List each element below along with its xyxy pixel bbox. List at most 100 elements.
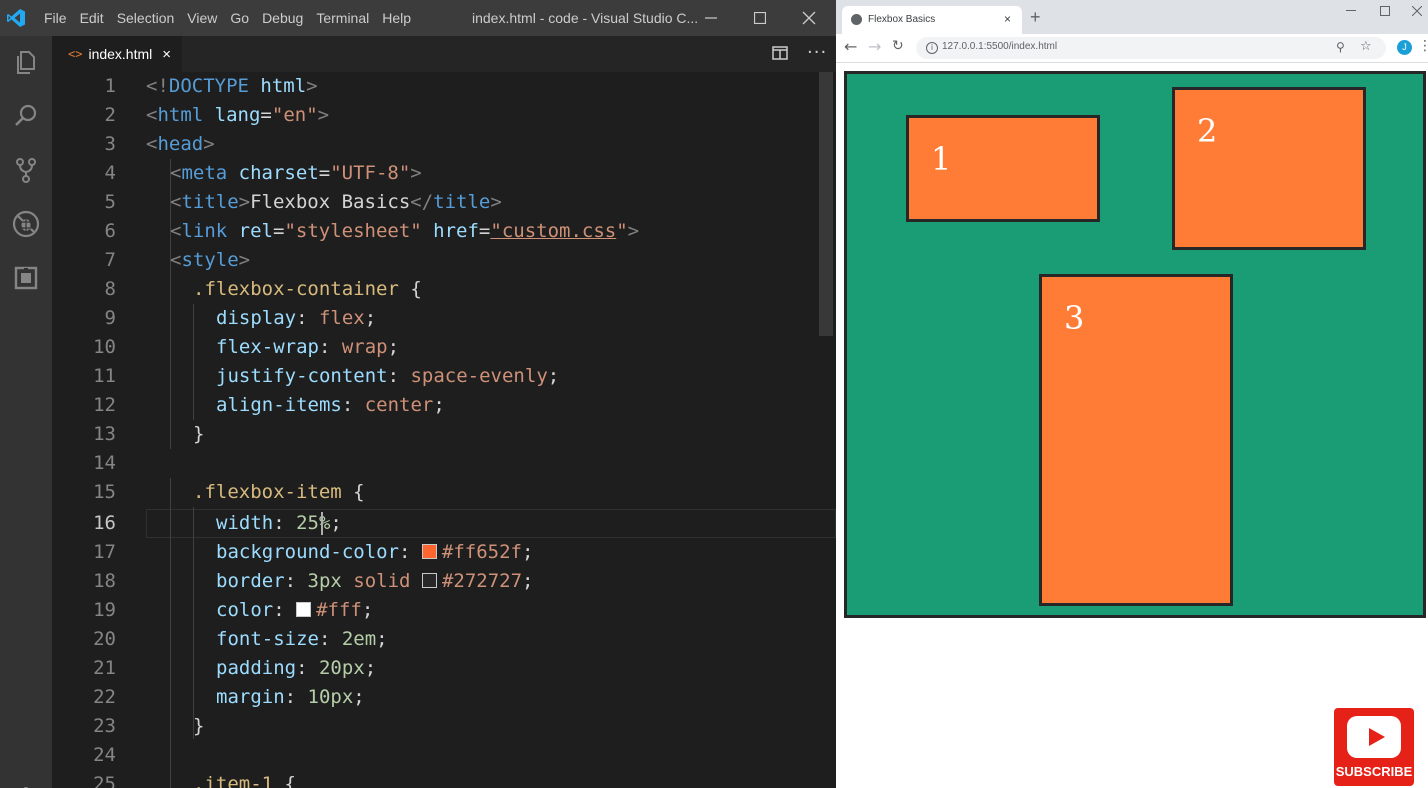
tab-index-html[interactable]: <> index.html × [52,36,182,72]
line-number: 4 [104,162,116,184]
explorer-button[interactable] [10,46,42,78]
line-number: 24 [93,744,116,766]
code-line-10: flex-wrap: wrap; [216,336,400,358]
menu-view[interactable]: View [187,10,217,26]
browser-toolbar: ← → ↻ i 127.0.0.1:5500/index.html ⚲ ☆ [836,34,1428,63]
menu-go[interactable]: Go [230,10,249,26]
browser-tab-title: Flexbox Basics [868,14,936,25]
bookmark-star-icon[interactable]: ☆ [1360,39,1372,54]
line-number: 20 [93,628,116,650]
code-line-4: <meta charset="UTF-8"> [170,162,422,184]
code-line-9: display: flex; [216,307,377,329]
line-number: 8 [104,278,116,300]
browser-tab-close-button[interactable]: × [1004,12,1011,26]
line-number: 2 [104,104,116,126]
browser-tab-strip: Flexbox Basics × + [836,0,1428,34]
code-line-11: justify-content: space-evenly; [216,365,560,387]
color-swatch-white[interactable] [296,602,312,617]
code-line-25: .item-1 { [193,773,296,788]
line-number: 18 [93,570,116,592]
globe-icon [851,14,862,25]
vscode-logo-icon [7,9,25,27]
line-number: 23 [93,715,116,737]
item-label: 2 [1197,112,1218,150]
code-line-22: margin: 10px; [216,686,365,708]
menu-terminal[interactable]: Terminal [316,10,369,26]
code-line-7: <style> [170,249,251,271]
line-number: 14 [93,452,116,474]
debug-button[interactable] [10,208,42,240]
split-editor-icon[interactable] [772,46,788,60]
menu-debug[interactable]: Debug [262,10,303,26]
line-number: 7 [104,249,116,271]
flexbox-container: 1 2 3 [844,71,1426,618]
line-number: 13 [93,423,116,445]
color-swatch-dark[interactable] [421,573,437,588]
flexbox-item-1: 1 [906,115,1100,222]
forward-arrow-icon[interactable]: → [868,37,881,56]
code-editor[interactable]: 1 2 3 4 5 6 7 8 9 10 11 12 13 14 15 16 1… [52,72,836,788]
extensions-icon [14,266,38,290]
source-control-button[interactable] [10,154,42,186]
files-icon [17,51,35,74]
code-line-6: <link rel="stylesheet" href="custom.css"… [170,220,640,242]
tab-close-button[interactable]: × [162,46,171,63]
code-line-5: <title>Flexbox Basics</title> [170,191,502,213]
menu-help[interactable]: Help [382,10,411,26]
new-tab-button[interactable]: + [1030,7,1041,28]
search-button[interactable] [10,100,42,132]
menu-edit[interactable]: Edit [80,10,104,26]
code-line-13: } [193,423,205,445]
browser-menu-icon[interactable]: ⋮ [1418,38,1428,54]
minimize-icon [705,17,717,19]
browser-minimize-icon[interactable] [1346,10,1356,12]
code-line-12: align-items: center; [216,394,445,416]
code-line-18: border: 3px solid #272727; [216,570,534,592]
subscribe-button[interactable]: SUBSCRIBE [1334,708,1414,786]
reload-icon[interactable]: ↻ [892,38,904,54]
line-number: 6 [104,220,116,242]
code-line-17: background-color: #ff652f; [216,541,534,563]
back-arrow-icon[interactable]: ← [844,37,857,56]
close-window-button[interactable] [786,0,832,36]
item-label: 1 [931,140,952,178]
browser-close-icon[interactable] [1412,6,1422,16]
editor-tab-bar: <> index.html × ··· [52,36,836,72]
search-icon [15,104,37,126]
minimize-button[interactable] [688,0,734,36]
line-number: 5 [104,191,116,213]
youtube-play-icon [1347,716,1401,758]
browser-tab-flexbox-basics[interactable]: Flexbox Basics × [842,6,1022,34]
profile-avatar[interactable]: J [1397,40,1412,55]
line-number: 3 [104,133,116,155]
title-bar: File Edit Selection View Go Debug Termin… [0,0,836,36]
indent-guide [193,507,194,739]
maximize-button[interactable] [737,0,783,36]
code-line-8: .flexbox-container { [193,278,422,300]
more-actions-icon[interactable]: ··· [807,42,827,63]
info-icon[interactable]: i [926,42,938,54]
code-line-2: <html lang="en"> [146,104,330,126]
line-number: 15 [93,481,116,503]
menu-selection[interactable]: Selection [117,10,175,26]
text-cursor [321,512,323,535]
line-number: 1 [104,75,116,97]
address-bar[interactable]: i 127.0.0.1:5500/index.html ⚲ ☆ [916,37,1386,59]
zoom-icon[interactable]: ⚲ [1336,40,1345,54]
activity-bar [0,36,52,788]
subscribe-label: SUBSCRIBE [1335,764,1413,779]
tab-label: index.html [88,46,153,62]
editor-scrollbar[interactable] [819,72,833,336]
line-number: 19 [93,599,116,621]
color-swatch-orange[interactable] [421,544,437,559]
browser-maximize-icon[interactable] [1380,6,1390,16]
code-line-15: .flexbox-item { [193,481,365,503]
code-line-23: } [193,715,205,737]
indent-guide [170,478,171,788]
vscode-window: File Edit Selection View Go Debug Termin… [0,0,836,788]
code-line-1: <!DOCTYPE html> [146,75,318,97]
maximize-icon [754,12,766,24]
menu-file[interactable]: File [44,10,67,26]
window-title: index.html - code - Visual Studio C... [472,10,699,26]
extensions-button[interactable] [10,262,42,294]
